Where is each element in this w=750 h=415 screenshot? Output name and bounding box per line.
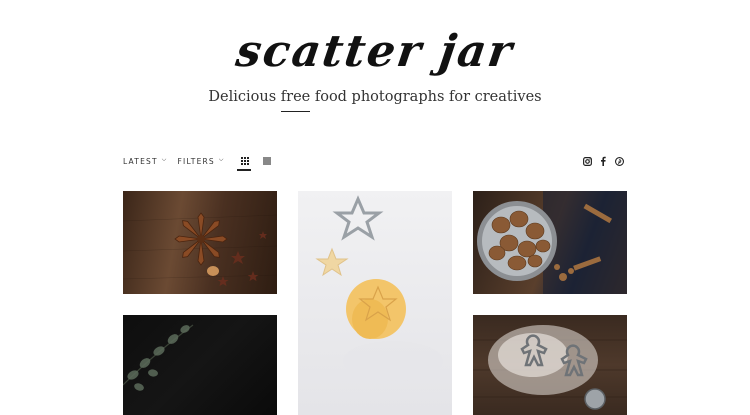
- filters-dropdown-label: FILTERS: [177, 156, 215, 166]
- photo-eucalyptus-dark[interactable]: [123, 315, 277, 415]
- filters-dropdown[interactable]: FILTERS ⌵: [177, 156, 225, 166]
- grid-view-button[interactable]: [236, 156, 251, 171]
- instagram-icon[interactable]: [581, 155, 593, 167]
- single-view-button[interactable]: [262, 157, 271, 165]
- chevron-down-icon: ⌵: [218, 156, 225, 163]
- tagline-free-link[interactable]: free: [280, 89, 311, 112]
- tagline-text-after: food photographs for creatives: [310, 89, 542, 105]
- site-logo[interactable]: scatter jar: [0, 26, 750, 77]
- facebook-icon[interactable]: [597, 155, 609, 167]
- photo-star-anise[interactable]: [123, 191, 277, 294]
- cookie-dough-illustration: [315, 195, 443, 381]
- star-anise-illustration: [123, 212, 277, 286]
- sort-dropdown[interactable]: LATEST ⌵: [123, 156, 168, 166]
- social-links: [581, 154, 625, 168]
- tagline-text-before: Delicious: [208, 89, 281, 105]
- gallery-toolbar: LATEST ⌵ FILTERS ⌵: [123, 154, 271, 171]
- gingerbread-cutters-illustration: [473, 325, 627, 410]
- walnuts-illustration: [477, 191, 627, 294]
- chevron-down-icon: ⌵: [161, 156, 168, 163]
- pinterest-icon[interactable]: [613, 155, 625, 167]
- grid-view-icon: [240, 156, 251, 166]
- tagline: Delicious free food photographs for crea…: [0, 89, 750, 112]
- photo-walnuts-bowl[interactable]: [473, 191, 627, 294]
- sort-dropdown-label: LATEST: [123, 156, 158, 166]
- eucalyptus-illustration: [123, 324, 194, 391]
- photo-floured-gingerbread-cutters[interactable]: [473, 315, 627, 415]
- photo-cookie-dough-star-cutter[interactable]: [298, 191, 452, 415]
